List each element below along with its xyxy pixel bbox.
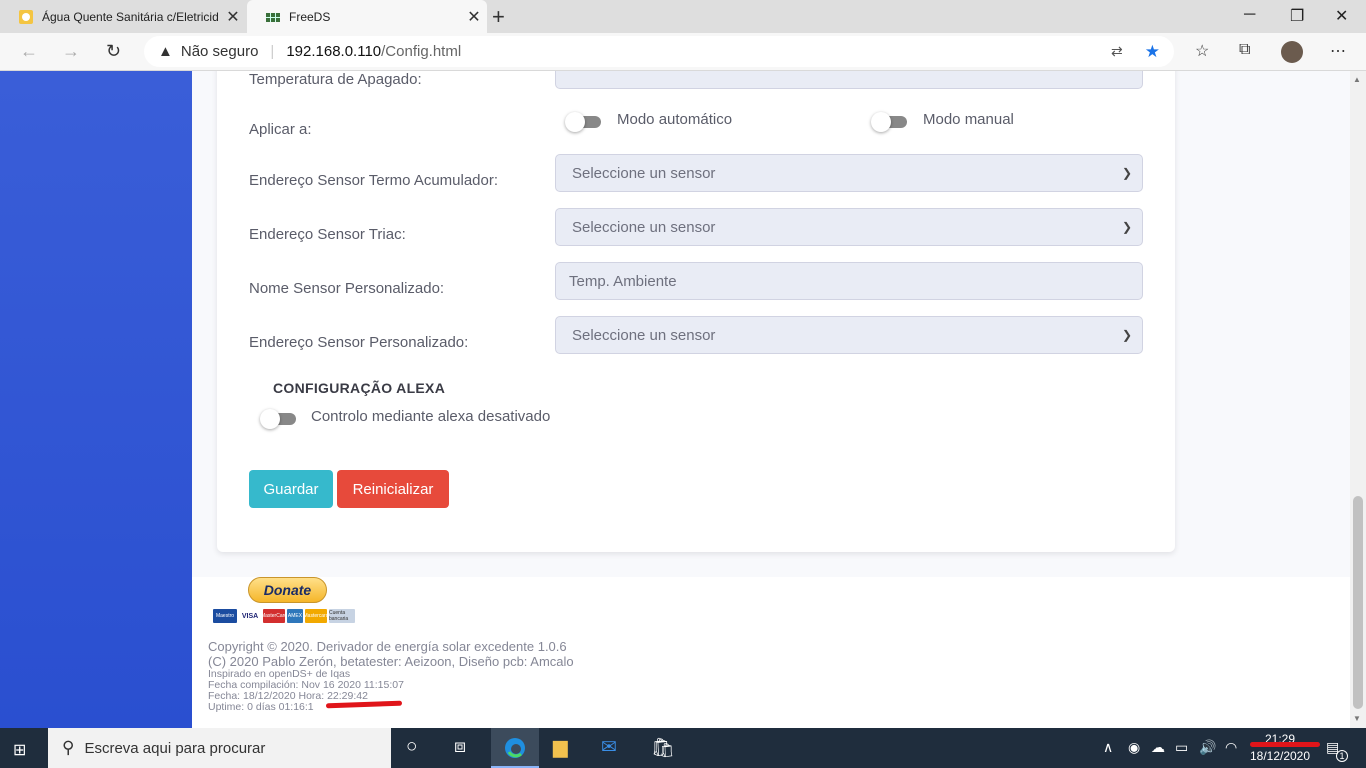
onedrive-icon[interactable]: ☁	[1151, 739, 1165, 756]
chevron-down-icon: ❯	[1121, 328, 1132, 342]
translate-icon[interactable]: ⇄	[1111, 43, 1123, 60]
tab-close-icon[interactable]: ✕	[461, 7, 487, 27]
nome-sensor-input[interactable]: Temp. Ambiente	[555, 262, 1143, 300]
back-icon[interactable]: ←	[20, 41, 38, 62]
tab-close-icon[interactable]: ✕	[220, 7, 246, 27]
security-label[interactable]: Não seguro	[181, 43, 259, 60]
alexa-toggle[interactable]	[260, 409, 296, 429]
taskbar: ⊞ ⚲ Escreva aqui para procurar ○ ⧈ ▆ ✉ 🛍…	[0, 728, 1366, 768]
sensor-termo-select[interactable]: Seleccione un sensor ❯	[555, 154, 1143, 192]
task-view-icon[interactable]: ⧈	[454, 736, 466, 758]
aplicar-label: Aplicar a:	[249, 121, 312, 138]
amex-card-icon: AMEX	[287, 609, 303, 623]
scroll-down-icon[interactable]: ▼	[1353, 714, 1361, 723]
scrollbar[interactable]: ▲ ▼	[1350, 71, 1366, 728]
mastercard-icon: MasterCard	[261, 609, 287, 623]
auto-mode-label: Modo automático	[617, 111, 733, 128]
sensor-triac-label: Endereço Sensor Triac:	[249, 226, 406, 243]
input-value: Temp. Ambiente	[569, 272, 677, 290]
tab-title: Água Quente Sanitária c/Eletricid	[42, 9, 219, 24]
warning-icon: ▲	[158, 43, 173, 60]
sensor-personalizado-label: Endereço Sensor Personalizado:	[249, 334, 469, 351]
tray-chevron-up-icon[interactable]: ∧	[1103, 739, 1113, 756]
omnibox-actions: ⇄ ★	[1111, 36, 1174, 67]
profile-avatar[interactable]	[1281, 41, 1303, 63]
forward-icon[interactable]: →	[62, 41, 80, 62]
payment-cards: Maestro VISA MasterCard AMEX Mastercard …	[213, 609, 355, 623]
edge-icon	[505, 738, 525, 758]
reload-icon[interactable]: ↻	[106, 41, 121, 62]
minimize-icon[interactable]: ─	[1244, 6, 1255, 24]
select-value: Seleccione un sensor	[572, 218, 716, 236]
notification-count: 1	[1336, 750, 1348, 762]
collections-icon[interactable]: ⧉	[1239, 41, 1250, 59]
tray-app-icon[interactable]: ◉	[1128, 739, 1140, 756]
search-icon: ⚲	[62, 738, 75, 757]
divider: |	[270, 43, 275, 60]
copyright-text: Copyright © 2020. Derivador de energía s…	[208, 639, 567, 654]
clock[interactable]: 21:29 18/12/2020	[1249, 731, 1311, 765]
cortana-icon[interactable]: ○	[406, 736, 417, 758]
save-button[interactable]: Guardar	[249, 470, 333, 508]
donate-button[interactable]: Donate	[248, 577, 327, 603]
manual-mode-label: Modo manual	[923, 111, 1014, 128]
sensor-personalizado-select[interactable]: Seleccione un sensor ❯	[555, 316, 1143, 354]
scrollbar-thumb[interactable]	[1353, 496, 1363, 709]
temperatura-apagado-label: Temperatura de Apagado:	[249, 71, 422, 88]
sensor-termo-label: Endereço Sensor Termo Acumulador:	[249, 172, 499, 189]
select-value: Seleccione un sensor	[572, 326, 716, 344]
tab-agua-quente[interactable]: Água Quente Sanitária c/Eletricid ✕	[0, 0, 246, 33]
volume-icon[interactable]: 🔊	[1199, 739, 1216, 756]
tab-freeds[interactable]: FreeDS ✕	[247, 0, 487, 33]
clock-date: 18/12/2020	[1249, 749, 1311, 763]
file-explorer-icon[interactable]: ▆	[553, 736, 568, 759]
favorite-star-icon[interactable]: ★	[1145, 42, 1160, 62]
window-close-icon[interactable]: ✕	[1335, 6, 1348, 26]
tab-bar: Água Quente Sanitária c/Eletricid ✕ Free…	[0, 0, 1366, 33]
url-host: 192.168.0.110	[286, 43, 382, 60]
sidebar	[0, 71, 192, 728]
alexa-label: Controlo mediante alexa desativado	[311, 408, 551, 425]
scroll-up-icon[interactable]: ▲	[1353, 75, 1361, 84]
new-tab-button[interactable]: +	[492, 4, 505, 30]
more-menu-icon[interactable]: ⋯	[1330, 41, 1346, 61]
reset-button[interactable]: Reinicializar	[337, 470, 449, 508]
battery-icon[interactable]: ▭	[1175, 739, 1188, 756]
sensor-triac-select[interactable]: Seleccione un sensor ❯	[555, 208, 1143, 246]
favorites-icon[interactable]: ☆	[1195, 41, 1209, 61]
manual-mode-toggle[interactable]	[871, 112, 907, 132]
address-bar: ← → ↻ ▲ Não seguro | 192.168.0.110 /Conf…	[0, 33, 1366, 71]
url-field[interactable]: ▲ Não seguro | 192.168.0.110 /Config.htm…	[144, 36, 1174, 67]
select-value: Seleccione un sensor	[572, 164, 716, 182]
search-placeholder: Escreva aqui para procurar	[84, 739, 266, 757]
maestro-card-icon: Maestro	[213, 609, 237, 623]
visa-card-icon: VISA	[239, 609, 261, 623]
edge-taskbar-button[interactable]	[491, 728, 539, 768]
store-icon[interactable]: 🛍	[651, 736, 675, 760]
windows-start-icon[interactable]: ⊞	[13, 740, 26, 760]
uptime-text: Uptime: 0 días 01:16:1	[208, 701, 314, 713]
bank-account-icon: Cuenta bancaria	[329, 609, 355, 623]
chevron-down-icon: ❯	[1121, 166, 1132, 180]
alexa-section-title: CONFIGURAÇÃO ALEXA	[273, 380, 446, 396]
url-path: /Config.html	[381, 43, 462, 60]
wifi-icon[interactable]: ◠	[1225, 739, 1237, 756]
page-viewport: 65 Temperatura de Apagado: Aplicar a: Mo…	[0, 71, 1350, 728]
nome-sensor-label: Nome Sensor Personalizado:	[249, 280, 445, 297]
temperatura-apagado-input[interactable]: 65	[555, 71, 1143, 89]
restore-icon[interactable]: ❐	[1290, 6, 1304, 26]
credits-text: (C) 2020 Pablo Zerón, betatester: Aeizoo…	[208, 654, 574, 669]
mail-icon[interactable]: ✉	[601, 736, 617, 759]
auto-mode-toggle[interactable]	[565, 112, 601, 132]
sun-favicon-icon	[19, 9, 33, 24]
solar-panel-favicon-icon	[266, 12, 280, 22]
tab-title: FreeDS	[289, 9, 331, 24]
mastercard-alt-icon: Mastercard	[304, 609, 329, 623]
chevron-down-icon: ❯	[1121, 220, 1132, 234]
taskbar-search[interactable]: ⚲ Escreva aqui para procurar	[48, 728, 391, 768]
redaction-mark	[1250, 742, 1320, 747]
